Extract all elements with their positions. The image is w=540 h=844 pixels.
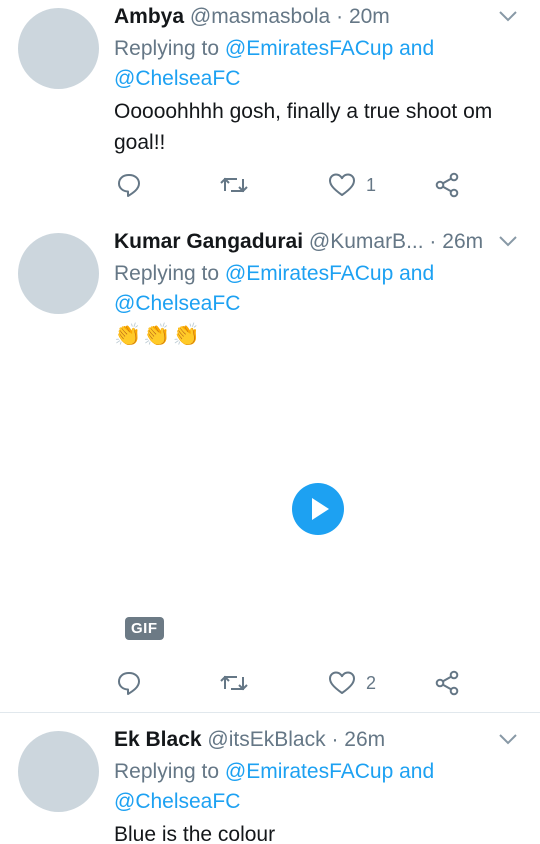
tweet-text: Ooooohhhh gosh, finally a true shoot om … bbox=[114, 100, 493, 154]
chevron-down-icon[interactable] bbox=[496, 729, 520, 749]
mention-link[interactable]: @ChelseaFC bbox=[114, 292, 240, 315]
chevron-down-icon[interactable] bbox=[496, 231, 520, 251]
tweet-text: 👏👏👏 bbox=[114, 323, 203, 348]
timestamp[interactable]: 20m bbox=[349, 5, 390, 28]
separator-dot: · bbox=[336, 5, 344, 28]
timestamp[interactable]: 26m bbox=[344, 728, 385, 751]
avatar[interactable] bbox=[18, 731, 99, 812]
like-button[interactable]: 2 bbox=[328, 668, 376, 698]
chevron-down-icon[interactable] bbox=[496, 6, 520, 26]
like-count: 1 bbox=[366, 174, 377, 195]
tweet[interactable]: Ambya @masmasbola · 20m Replying to @Emi… bbox=[0, 0, 540, 210]
mention-link[interactable]: @EmiratesFACup bbox=[225, 37, 393, 60]
avatar[interactable] bbox=[18, 233, 99, 314]
share-button[interactable] bbox=[434, 170, 460, 200]
like-button[interactable]: 1 bbox=[328, 170, 376, 200]
share-button[interactable] bbox=[434, 668, 460, 698]
reply-icon bbox=[118, 174, 140, 197]
retweet-button[interactable] bbox=[218, 668, 250, 698]
replying-prefix: Replying to bbox=[114, 760, 220, 783]
tweet-actions: 1 bbox=[116, 170, 476, 200]
user-handle[interactable]: @masmasbola bbox=[190, 5, 330, 28]
replying-to: Replying to @EmiratesFACup and @ChelseaF… bbox=[114, 757, 524, 817]
like-icon bbox=[329, 671, 355, 694]
reply-button[interactable] bbox=[116, 668, 142, 698]
replying-prefix: Replying to bbox=[114, 37, 220, 60]
tweet-header: Kumar Gangadurai @KumarB... · 26m bbox=[114, 225, 524, 259]
timestamp[interactable]: 26m bbox=[442, 230, 483, 253]
display-name[interactable]: Kumar Gangadurai bbox=[114, 230, 303, 253]
tweet-header: Ek Black @itsEkBlack · 26m bbox=[114, 723, 524, 757]
play-icon[interactable] bbox=[292, 483, 344, 535]
mention-link[interactable]: @ChelseaFC bbox=[114, 790, 240, 813]
mention-and[interactable]: and bbox=[399, 262, 434, 285]
separator-dot: · bbox=[331, 728, 339, 751]
tweet-actions: 2 bbox=[116, 668, 476, 698]
replying-prefix: Replying to bbox=[114, 262, 220, 285]
gif-badge: GIF bbox=[125, 617, 164, 640]
tweet[interactable]: Ek Black @itsEkBlack · 26m Replying to @… bbox=[0, 723, 540, 844]
mention-link[interactable]: @EmiratesFACup bbox=[225, 262, 393, 285]
user-handle[interactable]: @KumarB... bbox=[309, 230, 424, 253]
tweet-text: Blue is the colour bbox=[114, 823, 276, 844]
display-name[interactable]: Ambya bbox=[114, 5, 184, 28]
replying-to: Replying to @EmiratesFACup and @ChelseaF… bbox=[114, 259, 524, 319]
separator-dot: · bbox=[429, 230, 437, 253]
retweet-icon bbox=[220, 177, 248, 193]
tweet-header: Ambya @masmasbola · 20m bbox=[114, 0, 524, 34]
display-name[interactable]: Ek Black bbox=[114, 728, 202, 751]
share-icon bbox=[435, 172, 459, 198]
mention-and[interactable]: and bbox=[399, 37, 434, 60]
like-count: 2 bbox=[366, 672, 377, 693]
mention-and[interactable]: and bbox=[399, 760, 434, 783]
mention-link[interactable]: @EmiratesFACup bbox=[225, 760, 393, 783]
user-handle[interactable]: @itsEkBlack bbox=[207, 728, 325, 751]
mention-link[interactable]: @ChelseaFC bbox=[114, 67, 240, 90]
share-icon bbox=[435, 670, 459, 696]
retweet-icon bbox=[220, 675, 248, 691]
tweet-divider bbox=[0, 712, 540, 713]
reply-icon bbox=[118, 672, 140, 695]
avatar[interactable] bbox=[18, 8, 99, 89]
like-icon bbox=[329, 173, 355, 196]
retweet-button[interactable] bbox=[218, 170, 250, 200]
replying-to: Replying to @EmiratesFACup and @ChelseaF… bbox=[114, 34, 524, 94]
reply-button[interactable] bbox=[116, 170, 142, 200]
